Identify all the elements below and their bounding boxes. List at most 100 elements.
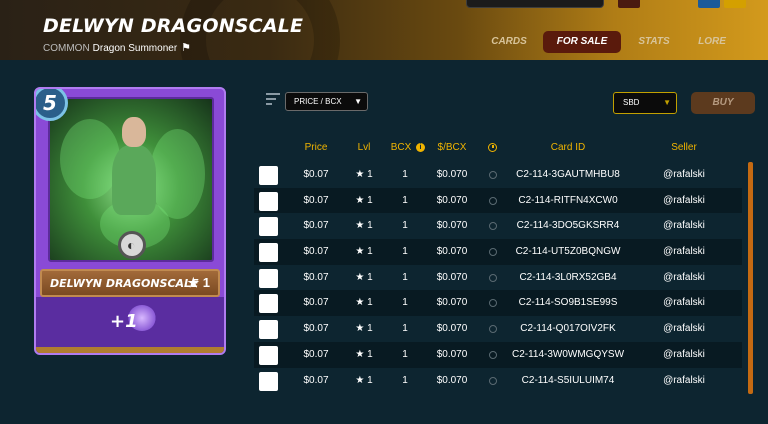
cell-per-bcx: $0.070: [436, 348, 468, 360]
row-checkbox[interactable]: [259, 191, 278, 211]
cell-price: $0.07: [303, 194, 329, 206]
table-row[interactable]: $0.07 ★ 1 1 $0.070 C2-114-3DO5GKSRR4 @ra…: [254, 213, 742, 239]
cell-bcx: 1: [402, 348, 408, 360]
row-checkbox[interactable]: [259, 243, 278, 263]
cell-card-id[interactable]: C2-114-UT5Z0BQNGW: [508, 246, 628, 257]
table-row[interactable]: $0.07 ★ 1 1 $0.070 C2-114-S5IULUIM74 @ra…: [254, 368, 742, 394]
ability-value: +1: [110, 311, 138, 332]
tab-for-sale[interactable]: FOR SALE: [543, 31, 621, 53]
filter-line-2: [266, 98, 276, 100]
cell-card-id[interactable]: C2-114-SO9B1SE99S: [508, 297, 628, 308]
gem-glyph: ◐: [127, 237, 136, 253]
clock-icon: [489, 350, 497, 359]
cell-card-id[interactable]: C2-114-Q017OIV2FK: [508, 323, 628, 334]
table-header: Price Lvl BCX i $/BCX Card ID Seller: [254, 138, 742, 158]
cell-seller[interactable]: @rafalski: [654, 246, 714, 257]
tab-lore[interactable]: LORE: [689, 31, 735, 53]
cell-seller[interactable]: @rafalski: [654, 375, 714, 386]
row-checkbox[interactable]: [259, 217, 278, 237]
search-bar[interactable]: [466, 0, 604, 8]
table-row[interactable]: $0.07 ★ 1 1 $0.070 C2-114-3W0WMGQYSW @ra…: [254, 341, 742, 368]
cell-seller[interactable]: @rafalski: [654, 220, 714, 231]
cell-per-bcx: $0.070: [436, 297, 468, 309]
top-button-blue[interactable]: [698, 0, 720, 8]
cell-lvl: ★ 1: [355, 246, 373, 258]
cell-lvl: ★ 1: [355, 348, 373, 360]
cell-per-bcx: $0.070: [436, 220, 468, 232]
cell-price: $0.07: [303, 297, 329, 309]
cell-price: $0.07: [303, 220, 329, 232]
buy-button[interactable]: BUY: [691, 92, 755, 114]
card-name-banner: DELWYN DRAGONSCALE ★ 1: [40, 269, 220, 297]
cell-seller[interactable]: @rafalski: [654, 195, 714, 206]
cell-price: $0.07: [303, 271, 329, 283]
cell-bcx: 1: [402, 297, 408, 309]
summoner-figure-head: [122, 117, 146, 147]
smoke-left: [60, 119, 120, 199]
cell-seller[interactable]: @rafalski: [654, 349, 714, 360]
cell-card-id[interactable]: C2-114-3W0WMGQYSW: [508, 349, 628, 360]
tab-stats[interactable]: STATS: [631, 31, 677, 53]
card-gem-icon: ◐: [118, 231, 146, 259]
row-checkbox[interactable]: [259, 371, 278, 391]
clock-icon: [489, 273, 497, 282]
cell-seller[interactable]: @rafalski: [654, 169, 714, 180]
cell-seller[interactable]: @rafalski: [654, 297, 714, 308]
header-seller[interactable]: Seller: [654, 142, 714, 153]
cell-card-id[interactable]: C2-114-3DO5GKSRR4: [508, 220, 628, 231]
cell-per-bcx: $0.070: [436, 194, 468, 206]
chevron-down-icon: ▼: [354, 97, 362, 106]
cell-seller[interactable]: @rafalski: [654, 323, 714, 334]
clock-icon: [489, 376, 497, 385]
table-row[interactable]: $0.07 ★ 1 1 $0.070 C2-114-Q017OIV2FK @ra…: [254, 316, 742, 342]
header-per-bcx[interactable]: $/BCX: [430, 142, 474, 153]
cell-card-id[interactable]: C2-114-S5IULUIM74: [508, 375, 628, 386]
clock-icon: [489, 222, 497, 231]
table-row[interactable]: $0.07 ★ 1 1 $0.070 C2-114-RITFN4XCW0 @ra…: [254, 187, 742, 214]
cell-price: $0.07: [303, 246, 329, 258]
cell-lvl: ★ 1: [355, 323, 373, 335]
clock-icon[interactable]: [488, 143, 497, 152]
chevron-down-icon: ▼: [663, 98, 671, 107]
table-row[interactable]: $0.07 ★ 1 1 $0.070 C2-114-3GAUTMHBU8 @ra…: [254, 162, 742, 188]
cell-bcx: 1: [402, 220, 408, 232]
rarity-label: COMMON: [43, 43, 90, 54]
header-card-id[interactable]: Card ID: [508, 142, 628, 153]
row-checkbox[interactable]: [259, 166, 278, 185]
header-bcx[interactable]: BCX: [386, 142, 416, 153]
cell-per-bcx: $0.070: [436, 374, 468, 386]
top-button-left[interactable]: [618, 0, 640, 8]
cell-card-id[interactable]: C2-114-3GAUTMHBU8: [508, 169, 628, 180]
cell-lvl: ★ 1: [355, 169, 373, 180]
card-ability-panel: +1: [36, 297, 224, 353]
cell-lvl: ★ 1: [355, 220, 373, 232]
row-checkbox[interactable]: [259, 268, 278, 288]
cell-card-id[interactable]: C2-114-3L0RX52GB4: [508, 272, 628, 283]
page-title: DELWYN DRAGONSCALE: [43, 15, 304, 37]
row-checkbox[interactable]: [259, 294, 278, 314]
clock-icon: [489, 325, 497, 334]
cell-card-id[interactable]: C2-114-RITFN4XCW0: [508, 195, 628, 206]
info-icon[interactable]: i: [416, 143, 425, 152]
table-row[interactable]: $0.07 ★ 1 1 $0.070 C2-114-SO9B1SE99S @ra…: [254, 290, 742, 317]
top-button-gold[interactable]: [724, 0, 746, 8]
row-checkbox[interactable]: [259, 320, 278, 340]
currency-select[interactable]: SBD ▼: [613, 92, 677, 114]
cell-per-bcx: $0.070: [436, 271, 468, 283]
header-lvl[interactable]: Lvl: [350, 142, 378, 153]
cell-bcx: 1: [402, 323, 408, 335]
sort-select-value: PRICE / BCX: [294, 97, 342, 106]
table-row[interactable]: $0.07 ★ 1 1 $0.070 C2-114-UT5Z0BQNGW @ra…: [254, 239, 742, 265]
scrollbar[interactable]: [748, 162, 753, 394]
cell-seller[interactable]: @rafalski: [654, 272, 714, 283]
row-checkbox[interactable]: [259, 345, 278, 365]
cell-price: $0.07: [303, 323, 329, 335]
sort-select[interactable]: PRICE / BCX ▼: [285, 92, 368, 111]
scroll-thumb[interactable]: [748, 162, 753, 394]
filter-icon[interactable]: [266, 93, 280, 107]
clock-icon: [489, 299, 497, 308]
tab-cards[interactable]: CARDS: [485, 31, 533, 53]
table-row[interactable]: $0.07 ★ 1 1 $0.070 C2-114-3L0RX52GB4 @ra…: [254, 265, 742, 291]
header-price[interactable]: Price: [294, 142, 338, 153]
page-header: DELWYN DRAGONSCALE COMMON Dragon Summoner…: [0, 0, 768, 60]
